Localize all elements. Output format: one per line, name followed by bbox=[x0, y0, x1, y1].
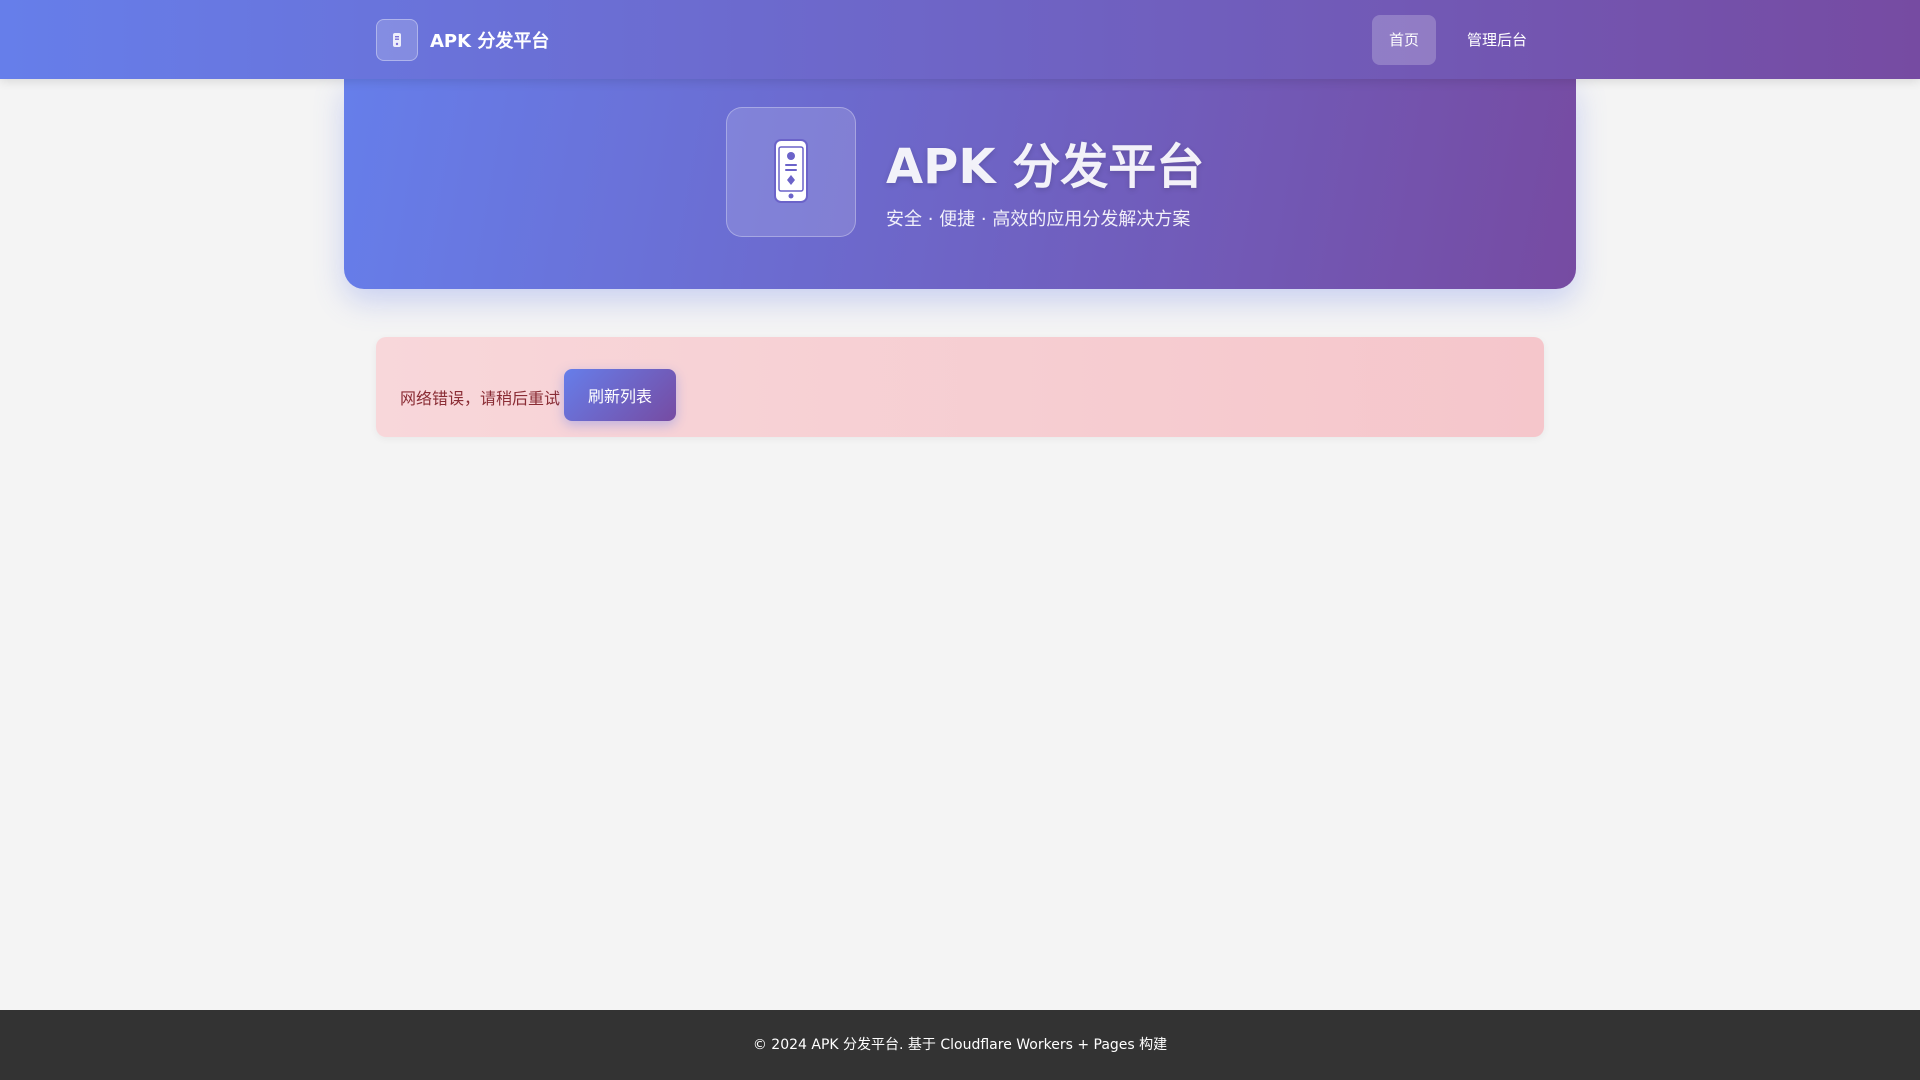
hero-banner: APK 分发平台 安全 · 便捷 · 高效的应用分发解决方案 bbox=[344, 79, 1576, 289]
top-navbar: APK 分发平台 首页 管理后台 bbox=[0, 0, 1920, 79]
error-alert: 网络错误，请稍后重试 刷新列表 bbox=[376, 337, 1544, 437]
phone-icon bbox=[376, 19, 418, 61]
nav-link-home[interactable]: 首页 bbox=[1371, 15, 1436, 65]
phone-icon bbox=[726, 107, 856, 237]
brand-name: APK 分发平台 bbox=[430, 31, 550, 52]
refresh-list-button[interactable]: 刷新列表 bbox=[564, 369, 676, 421]
hero-title: APK 分发平台 bbox=[886, 139, 1205, 195]
hero-subtitle: 安全 · 便捷 · 高效的应用分发解决方案 bbox=[886, 209, 1191, 230]
error-message: 网络错误，请稍后重试 bbox=[400, 389, 561, 408]
nav-link-admin[interactable]: 管理后台 bbox=[1450, 15, 1544, 65]
nav-links: 首页 管理后台 bbox=[1371, 15, 1544, 65]
footer-text: © 2024 APK 分发平台. 基于 Cloudflare Workers +… bbox=[752, 1037, 1168, 1053]
brand[interactable]: APK 分发平台 bbox=[376, 19, 549, 61]
footer: © 2024 APK 分发平台. 基于 Cloudflare Workers +… bbox=[0, 1010, 1920, 1080]
